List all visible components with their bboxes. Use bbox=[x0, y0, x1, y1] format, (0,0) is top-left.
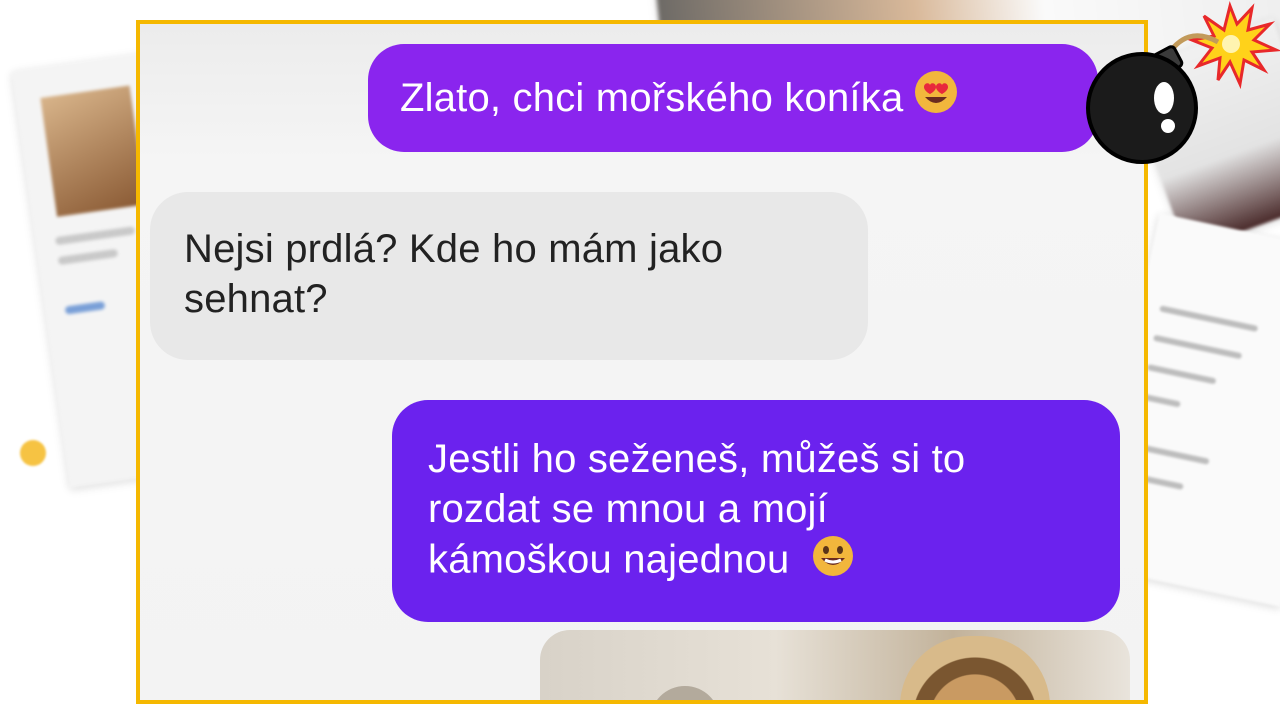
message-text-line: Nejsi prdlá? Kde ho mám jako bbox=[184, 227, 724, 271]
background-text-line bbox=[64, 301, 106, 315]
photo-attachment[interactable] bbox=[540, 630, 1130, 700]
message-text-line: sehnat? bbox=[184, 277, 328, 321]
incoming-message-bubble: Nejsi prdlá? Kde ho mám jako sehnat? bbox=[150, 192, 868, 360]
message-text-line: rozdat se mnou a mojí bbox=[428, 487, 828, 531]
background-text-line bbox=[1152, 334, 1243, 360]
background-text-line bbox=[1146, 364, 1217, 385]
message-text-line: Jestli ho seženeš, můžeš si to bbox=[428, 437, 966, 481]
outgoing-message-bubble: Jestli ho seženeš, můžeš si to rozdat se… bbox=[392, 400, 1120, 622]
background-text-line bbox=[54, 226, 136, 246]
background-text-line bbox=[1159, 305, 1259, 332]
heart-eyes-emoji-icon bbox=[913, 69, 959, 127]
message-text-line: kámoškou najednou bbox=[428, 534, 1090, 590]
background-thumbnail bbox=[40, 85, 147, 217]
background-emoji bbox=[20, 440, 46, 466]
grinning-emoji-icon bbox=[811, 534, 855, 590]
photo-person-right bbox=[900, 636, 1050, 700]
bomb-icon bbox=[1086, 1, 1280, 164]
background-text-line bbox=[57, 248, 119, 266]
outgoing-message-bubble: Zlato, chci mořského koníka bbox=[368, 44, 1098, 152]
photo-person-left bbox=[650, 686, 720, 700]
chat-screenshot-frame: Zlato, chci mořského koníka Nejsi prdlá?… bbox=[136, 20, 1148, 704]
message-text: Zlato, chci mořského koníka bbox=[400, 76, 904, 120]
